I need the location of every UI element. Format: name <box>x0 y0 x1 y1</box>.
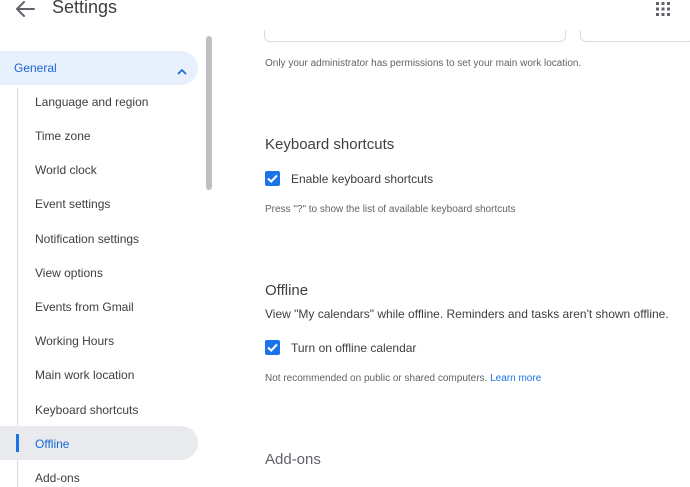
chevron-up-icon <box>177 63 187 75</box>
work-location-field[interactable] <box>264 30 566 42</box>
sidebar-item-add-ons[interactable]: Add-ons <box>35 471 80 485</box>
sidebar-item-notification-settings[interactable]: Notification settings <box>35 232 139 246</box>
work-location-note: Only your administrator has permissions … <box>265 58 582 69</box>
arrow-back-icon <box>16 1 35 17</box>
page-title: Settings <box>52 0 118 17</box>
enable-keyboard-shortcuts-checkbox[interactable] <box>265 171 280 186</box>
section-heading-keyboard-shortcuts: Keyboard shortcuts <box>265 136 395 153</box>
enable-keyboard-shortcuts-label[interactable]: Enable keyboard shortcuts <box>291 172 433 186</box>
sidebar-section-label: General <box>14 61 57 75</box>
sidebar-item-offline[interactable]: Offline <box>35 437 69 451</box>
sidebar-item-working-hours[interactable]: Working Hours <box>35 334 114 348</box>
offline-hint-text: Not recommended on public or shared comp… <box>265 373 488 384</box>
offline-hint: Not recommended on public or shared comp… <box>265 373 541 384</box>
offline-description: View "My calendars" while offline. Remin… <box>265 307 669 321</box>
offline-calendar-label[interactable]: Turn on offline calendar <box>291 341 416 355</box>
section-heading-add-ons: Add-ons <box>265 451 321 468</box>
sidebar-item-offline-highlight[interactable] <box>0 426 198 460</box>
sidebar-item-events-from-gmail[interactable]: Events from Gmail <box>35 300 134 314</box>
settings-sidebar: General Language and region Time zone Wo… <box>0 30 215 487</box>
back-button[interactable] <box>14 0 36 18</box>
sidebar-section-general[interactable]: General <box>0 51 198 85</box>
sidebar-item-time-zone[interactable]: Time zone <box>35 129 91 143</box>
check-icon <box>267 174 278 184</box>
sidebar-item-view-options[interactable]: View options <box>35 266 103 280</box>
check-icon <box>267 343 278 353</box>
section-heading-offline: Offline <box>265 282 309 299</box>
active-indicator <box>16 434 19 452</box>
app-header: Settings <box>0 0 690 30</box>
work-location-field-secondary[interactable] <box>580 30 690 42</box>
apps-grid-icon <box>656 2 670 16</box>
apps-button[interactable] <box>656 2 670 16</box>
sidebar-item-keyboard-shortcuts[interactable]: Keyboard shortcuts <box>35 403 138 417</box>
sidebar-item-event-settings[interactable]: Event settings <box>35 197 110 211</box>
offline-calendar-checkbox[interactable] <box>265 340 280 355</box>
sidebar-item-main-work-location[interactable]: Main work location <box>35 368 134 382</box>
sidebar-scrollbar[interactable] <box>206 36 212 190</box>
keyboard-shortcuts-hint: Press "?" to show the list of available … <box>265 204 516 215</box>
sidebar-item-world-clock[interactable]: World clock <box>35 163 97 177</box>
learn-more-link[interactable]: Learn more <box>490 373 541 384</box>
sidebar-item-language-and-region[interactable]: Language and region <box>35 95 148 109</box>
